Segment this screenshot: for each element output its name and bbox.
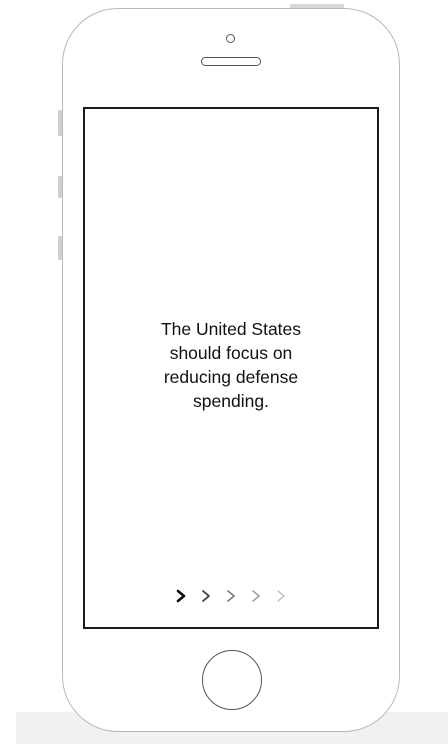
phone-screen[interactable]: The United States should focus on reduci… [83, 107, 379, 629]
page-indicator[interactable] [85, 587, 377, 605]
page-chevron-4-icon[interactable] [250, 587, 262, 605]
page-chevron-2-icon[interactable] [200, 587, 212, 605]
page-chevron-3-icon[interactable] [225, 587, 237, 605]
statement-text: The United States should focus on reduci… [160, 319, 302, 411]
speaker-grill [201, 57, 261, 66]
mockup-canvas: The United States should focus on reduci… [0, 0, 448, 744]
page-chevron-1-icon[interactable] [175, 587, 187, 605]
page-chevron-5-icon[interactable] [275, 587, 287, 605]
front-camera-icon [226, 34, 235, 43]
home-button[interactable] [202, 650, 262, 710]
